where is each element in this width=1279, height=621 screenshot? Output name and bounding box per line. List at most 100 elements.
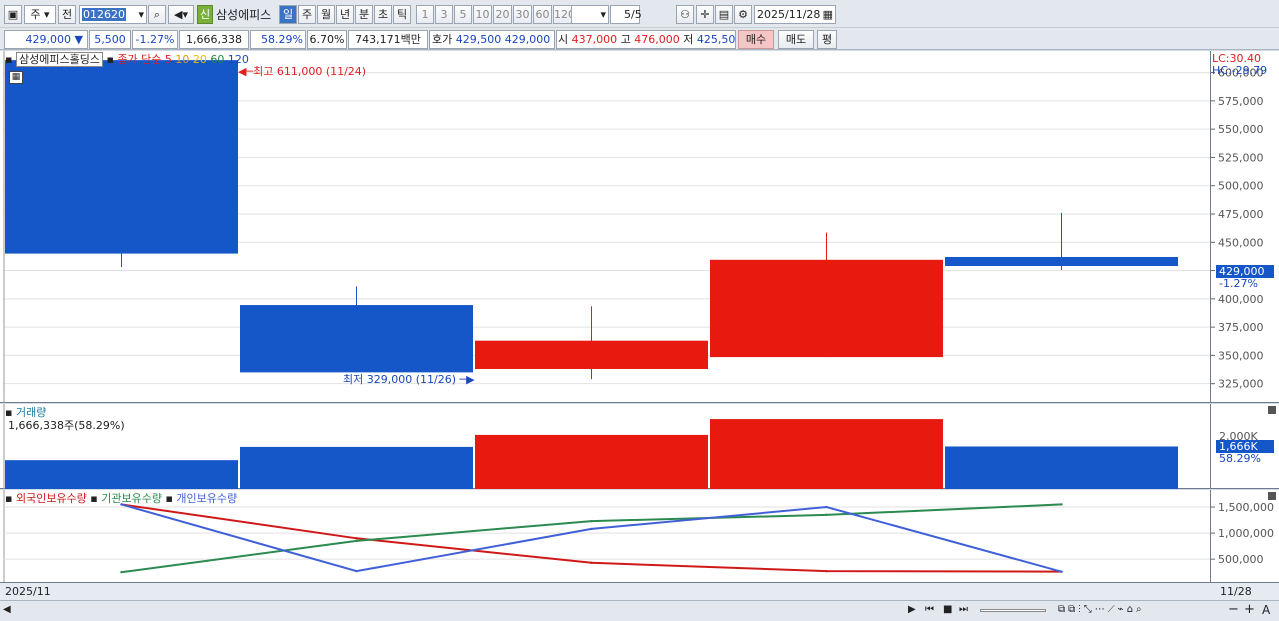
legend-item[interactable]: 개인보유수량 xyxy=(176,492,237,505)
period-tab[interactable]: 초 xyxy=(374,5,392,24)
period-tab[interactable]: 틱 xyxy=(393,5,411,24)
price-tick-label: 525,000 xyxy=(1218,151,1264,164)
market-label: 주 xyxy=(30,8,41,21)
low-value: 425,500 xyxy=(696,33,736,46)
price-axis: 325,000350,000375,000400,000425,000450,0… xyxy=(1210,51,1279,403)
binoculars-icon[interactable]: ⚇ xyxy=(676,5,694,24)
stop-icon[interactable]: ■ xyxy=(943,604,952,615)
first-page-icon[interactable]: ⏮ xyxy=(925,604,934,615)
x-axis-strip: 2025/11 11/28 xyxy=(0,582,1279,600)
custom-interval-select[interactable]: ▾ xyxy=(571,5,609,24)
save-icon[interactable]: ▤ xyxy=(715,5,733,24)
interval-button[interactable]: 1 xyxy=(416,5,434,24)
zoom-in-icon[interactable]: + xyxy=(1244,602,1255,617)
stock-code-value: 012620 xyxy=(82,8,126,21)
grid-table-icon[interactable]: ▦ xyxy=(9,71,23,84)
holding-tick-label: 500,000 xyxy=(1218,553,1264,566)
crosshair-icon[interactable]: ✛ xyxy=(696,5,714,24)
calendar-icon[interactable]: ▦ xyxy=(823,6,833,23)
market-select[interactable]: 주 ▾ xyxy=(24,5,56,24)
interval-button[interactable]: 10 xyxy=(473,5,492,24)
x-axis-right-label: 11/28 xyxy=(1220,585,1252,598)
holding-series-line xyxy=(121,503,1062,573)
stock-name: 삼성에피스 xyxy=(216,8,272,22)
current-price-box: 429,000 ▼ xyxy=(4,30,88,49)
zoom-slider[interactable] xyxy=(980,609,1046,612)
eval-button[interactable]: 평 xyxy=(817,30,837,49)
auto-scale-icon[interactable]: A xyxy=(1262,603,1270,617)
volume-bar xyxy=(5,460,238,489)
bid-ask-box: 호가 429,500 429,000 xyxy=(429,30,555,49)
scroll-right-icon[interactable]: ▶ xyxy=(908,604,916,615)
ma-period-60[interactable]: 60 xyxy=(210,53,228,66)
window-menu-icon[interactable]: ▣ xyxy=(4,5,22,24)
candle-body xyxy=(5,60,238,254)
ma-period-10[interactable]: 10 xyxy=(175,53,193,66)
zoom-out-icon[interactable]: − xyxy=(1228,602,1239,617)
volume-title-text: 거래량 xyxy=(15,406,47,419)
holding-series-point xyxy=(1060,570,1063,573)
drawing-tools-icons[interactable]: ⧉⧉⫶⤡⋯⟋⌁⌂⌕ xyxy=(1058,604,1145,615)
candle-body xyxy=(710,259,943,358)
bid-value: 429,500 xyxy=(455,33,502,46)
search-icon[interactable]: ⌕ xyxy=(148,5,166,24)
price-tick-label: 475,000 xyxy=(1218,208,1264,221)
holding-axis: 500,000 1,000,000 1,500,000 xyxy=(1210,490,1279,582)
interval-button[interactable]: 5 xyxy=(454,5,472,24)
volume-chart xyxy=(3,404,1178,489)
legend-item[interactable]: 기관보유수량 xyxy=(101,492,165,505)
down-arrow-icon: ▼ xyxy=(71,33,83,46)
interval-button[interactable]: 3 xyxy=(435,5,453,24)
x-axis-left-label: 2025/11 xyxy=(5,585,51,598)
holding-series-line xyxy=(121,503,1062,573)
volume-bar xyxy=(710,419,943,489)
legend-item[interactable]: 외국인보유수량 xyxy=(16,492,90,505)
high-value: 476,000 xyxy=(634,33,680,46)
volume-bar xyxy=(475,434,708,489)
current-price: 429,000 xyxy=(25,33,72,46)
panel-bullet-icon: ▪ xyxy=(5,53,13,66)
sell-button[interactable]: 매도 xyxy=(778,30,814,49)
holding-series-point xyxy=(1060,503,1063,506)
candle-body xyxy=(945,256,1178,267)
stock-name-tag[interactable]: 삼성에피스홀딩스 xyxy=(15,52,103,67)
vol-ratio-box: 58.29% xyxy=(250,30,306,49)
interval-button[interactable]: 20 xyxy=(493,5,512,24)
price-tick-label: 375,000 xyxy=(1218,321,1264,334)
stock-code-input[interactable]: 012620 ▾ xyxy=(79,5,147,24)
volume-axis: 2,000K 1,666K 58.29% xyxy=(1210,404,1279,489)
ma-period-20[interactable]: 20 xyxy=(193,53,211,66)
buy-button[interactable]: 매수 xyxy=(738,30,774,49)
last-pct-tag: -1.27% xyxy=(1219,277,1258,290)
scroll-left-icon[interactable]: ◀ xyxy=(3,604,11,615)
holding-series-point xyxy=(590,519,593,523)
quote-bar: 429,000 ▼ 5,500 -1.27% 1,666,338 58.29% … xyxy=(0,28,1279,50)
speaker-icon[interactable]: ◀▾ xyxy=(168,5,194,24)
change-pct-box: -1.27% xyxy=(132,30,178,49)
interval-button[interactable]: 60 xyxy=(533,5,552,24)
volume-box: 1,666,338 xyxy=(179,30,249,49)
date-picker[interactable]: 2025/11/28 ▦ xyxy=(754,5,836,24)
ma-period-5[interactable]: 5 xyxy=(165,53,176,66)
collapse-icon[interactable] xyxy=(1268,406,1276,414)
interval-button[interactable]: 30 xyxy=(513,5,532,24)
period-tab[interactable]: 월 xyxy=(317,5,335,24)
period-tab[interactable]: 년 xyxy=(336,5,354,24)
collapse-icon[interactable] xyxy=(1268,492,1276,500)
candlestick-chart xyxy=(3,51,1210,403)
volume-bar xyxy=(240,446,473,489)
turnover-box: 6.70% xyxy=(307,30,347,49)
period-tab[interactable]: 일 xyxy=(279,5,297,24)
period-tab[interactable]: 주 xyxy=(298,5,316,24)
holding-axis-ticks: 500,000 1,000,000 1,500,000 xyxy=(1211,501,1274,566)
last-page-icon[interactable]: ⏭ xyxy=(959,604,968,615)
ohl-box: 시 437,000 고 476,000 저 425,500 xyxy=(556,30,736,49)
high-label: 고 xyxy=(620,33,631,46)
gear-icon[interactable]: ⚙ xyxy=(734,5,752,24)
open-label: 시 xyxy=(558,33,569,46)
prev-button[interactable]: 전 xyxy=(58,5,76,24)
scroll-bar[interactable]: ◀ ▶ ⏮ ■ ⏭ ⧉⧉⫶⤡⋯⟋⌁⌂⌕ − + A xyxy=(0,600,1279,621)
candle-body xyxy=(475,340,708,369)
period-tab[interactable]: 분 xyxy=(355,5,373,24)
panel-bullet-icon: ▪ xyxy=(5,406,16,419)
